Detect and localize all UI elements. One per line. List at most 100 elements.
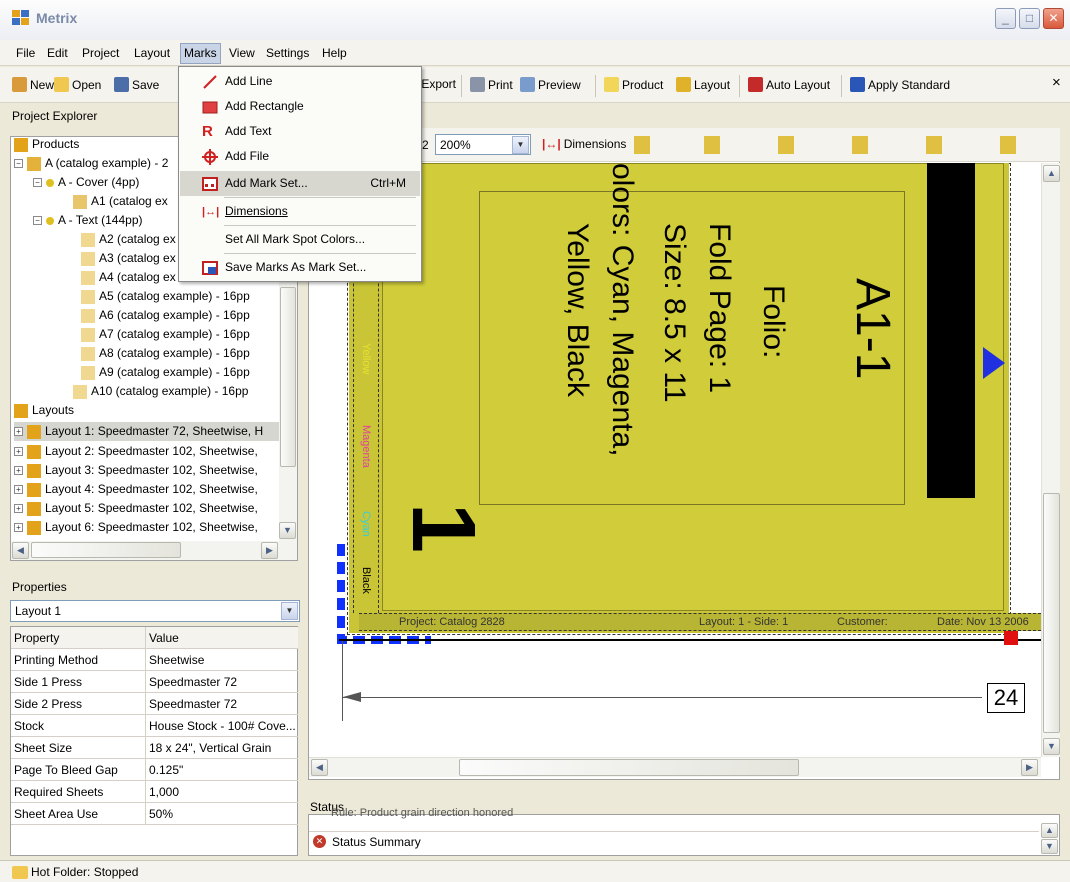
tree-node-page[interactable]: A8 (catalog example) - 16pp — [81, 344, 250, 363]
tree-node-page[interactable]: A6 (catalog example) - 16pp — [81, 306, 250, 325]
tree-node-page[interactable]: A3 (catalog ex — [81, 249, 176, 268]
sheet-corner-marker[interactable] — [1004, 631, 1018, 645]
tree-horizontal-scrollbar[interactable]: ◀ ▶ — [11, 541, 297, 560]
menu-dimensions[interactable]: |↔| Dimensions — [180, 199, 420, 224]
expand-icon[interactable]: + — [14, 427, 23, 436]
print-button[interactable]: Print — [470, 77, 513, 92]
table-row[interactable]: Stock House Stock - 100# Cove... — [11, 715, 298, 737]
tree-node-cover[interactable]: − A - Cover (4pp) — [33, 173, 139, 192]
layout-button[interactable]: Layout — [676, 77, 730, 92]
save-button[interactable]: Save — [114, 77, 159, 92]
properties-object-select[interactable]: Layout 1 ▼ — [10, 600, 300, 622]
scroll-right-icon[interactable]: ▶ — [261, 542, 278, 559]
hot-folder-status[interactable]: Hot Folder: Stopped — [12, 865, 138, 879]
canvas-horizontal-scrollbar[interactable]: ◀ ▶ — [309, 757, 1041, 777]
align-center-icon[interactable] — [704, 136, 720, 154]
table-row[interactable]: Printing Method Sheetwise — [11, 649, 298, 671]
menu-view[interactable]: View — [229, 46, 255, 60]
tree-hscroll-thumb[interactable] — [31, 542, 181, 558]
expand-icon[interactable]: + — [14, 504, 23, 513]
tree-node-page[interactable]: A7 (catalog example) - 16pp — [81, 325, 250, 344]
apply-standard-button[interactable]: Apply Standard — [850, 77, 950, 92]
expand-icon[interactable]: + — [14, 447, 23, 456]
open-button[interactable]: Open — [54, 77, 101, 92]
scroll-up-icon[interactable]: ▲ — [1043, 165, 1060, 182]
menu-help[interactable]: Help — [322, 46, 347, 60]
scroll-up-icon[interactable]: ▲ — [1041, 823, 1058, 838]
canvas-hscroll-thumb[interactable] — [459, 759, 799, 776]
menu-save-marks-as-mark-set[interactable]: Save Marks As Mark Set... — [180, 255, 420, 280]
collapse-icon[interactable]: − — [33, 216, 42, 225]
align-left-icon[interactable] — [634, 136, 650, 154]
collapse-icon[interactable]: − — [14, 159, 23, 168]
menu-edit[interactable]: Edit — [47, 46, 68, 60]
arrow-right-icon[interactable] — [981, 345, 1007, 381]
menu-add-mark-set[interactable]: Add Mark Set... Ctrl+M — [180, 171, 420, 196]
canvas-vertical-scrollbar[interactable]: ▲ ▼ — [1041, 163, 1060, 757]
scroll-down-icon[interactable]: ▼ — [279, 522, 296, 539]
preview-button[interactable]: Preview — [520, 77, 581, 92]
align-right-icon[interactable] — [778, 136, 794, 154]
table-row[interactable]: Sheet Area Use 50% — [11, 803, 298, 825]
table-row[interactable]: Side 1 Press Speedmaster 72 — [11, 671, 298, 693]
dimensions-button[interactable]: |↔| Dimensions — [542, 137, 626, 151]
table-row[interactable]: Sheet Size 18 x 24", Vertical Grain — [11, 737, 298, 759]
chevron-down-icon[interactable]: ▼ — [512, 136, 529, 154]
table-row[interactable]: Required Sheets 1,000 — [11, 781, 298, 803]
tree-node-layout[interactable]: + Layout 4: Speedmaster 102, Sheetwise, — [14, 480, 258, 499]
tree-scroll-thumb[interactable] — [280, 287, 296, 467]
tree-node-products[interactable]: Products — [14, 137, 79, 154]
tree-node-a1[interactable]: A1 (catalog ex — [73, 192, 168, 211]
product-button[interactable]: Product — [604, 77, 663, 92]
menu-marks[interactable]: Marks — [180, 43, 221, 64]
scroll-down-icon[interactable]: ▼ — [1041, 839, 1058, 854]
scroll-right-icon[interactable]: ▶ — [1021, 759, 1038, 776]
tree-node-layout[interactable]: + Layout 5: Speedmaster 102, Sheetwise, — [14, 499, 258, 518]
tree-node-text[interactable]: − A - Text (144pp) — [33, 211, 143, 230]
minimize-icon[interactable]: _ — [995, 8, 1016, 29]
menu-layout[interactable]: Layout — [134, 46, 170, 60]
scroll-down-icon[interactable]: ▼ — [1043, 738, 1060, 755]
tree-node-page[interactable]: A10 (catalog example) - 16pp — [73, 382, 248, 401]
maximize-icon[interactable]: □ — [1019, 8, 1040, 29]
status-scrollbar[interactable]: ▲ ▼ — [1041, 823, 1059, 855]
expand-icon[interactable]: + — [14, 485, 23, 494]
expand-icon[interactable]: + — [14, 466, 23, 475]
tree-node-page[interactable]: A4 (catalog ex — [81, 268, 176, 287]
tree-node-page[interactable]: A9 (catalog example) - 16pp — [81, 363, 250, 382]
new-button[interactable]: New — [12, 77, 54, 92]
menu-add-file[interactable]: Add File — [180, 144, 420, 169]
align-bottom-icon[interactable] — [1000, 136, 1016, 154]
menu-project[interactable]: Project — [82, 46, 119, 60]
menu-settings[interactable]: Settings — [266, 46, 309, 60]
scroll-left-icon[interactable]: ◀ — [311, 759, 328, 776]
menu-add-line[interactable]: Add Line — [180, 69, 420, 94]
tree-node-page[interactable]: A2 (catalog ex — [81, 230, 176, 249]
selection-corner-handles[interactable] — [337, 538, 437, 648]
zoom-select[interactable]: 200% ▼ — [435, 134, 531, 155]
chevron-down-icon[interactable]: ▼ — [281, 602, 298, 620]
export-button[interactable]: Export — [422, 77, 456, 91]
tree-node-page[interactable]: A5 (catalog example) - 16pp — [81, 287, 250, 306]
menu-set-all-mark-spot-colors[interactable]: Set All Mark Spot Colors... — [180, 227, 420, 252]
tree-node-layout-1[interactable]: + Layout 1: Speedmaster 72, Sheetwise, H — [14, 422, 280, 441]
toolbar-close-button[interactable]: × — [1052, 74, 1061, 91]
close-icon[interactable]: ✕ — [1043, 8, 1064, 29]
menu-add-rectangle[interactable]: Add Rectangle — [180, 94, 420, 119]
tree-node-layout[interactable]: + Layout 3: Speedmaster 102, Sheetwise, — [14, 461, 258, 480]
status-summary-row[interactable]: ✕ Status Summary — [309, 831, 1039, 851]
scroll-left-icon[interactable]: ◀ — [12, 542, 29, 559]
menu-add-text[interactable]: R Add Text — [180, 119, 420, 144]
table-row[interactable]: Side 2 Press Speedmaster 72 — [11, 693, 298, 715]
align-top-icon[interactable] — [852, 136, 868, 154]
auto-layout-button[interactable]: Auto Layout — [748, 77, 830, 92]
expand-icon[interactable]: + — [14, 523, 23, 532]
canvas-vscroll-thumb[interactable] — [1043, 493, 1060, 733]
tree-node-layouts[interactable]: Layouts — [14, 401, 74, 420]
align-middle-icon[interactable] — [926, 136, 942, 154]
tree-node-layout[interactable]: + Layout 2: Speedmaster 102, Sheetwise, — [14, 442, 258, 461]
menu-file[interactable]: File — [16, 46, 35, 60]
tree-node-product-a[interactable]: − A (catalog example) - 2 — [14, 154, 168, 173]
collapse-icon[interactable]: − — [33, 178, 42, 187]
tree-node-layout[interactable]: + Layout 6: Speedmaster 102, Sheetwise, — [14, 518, 258, 537]
